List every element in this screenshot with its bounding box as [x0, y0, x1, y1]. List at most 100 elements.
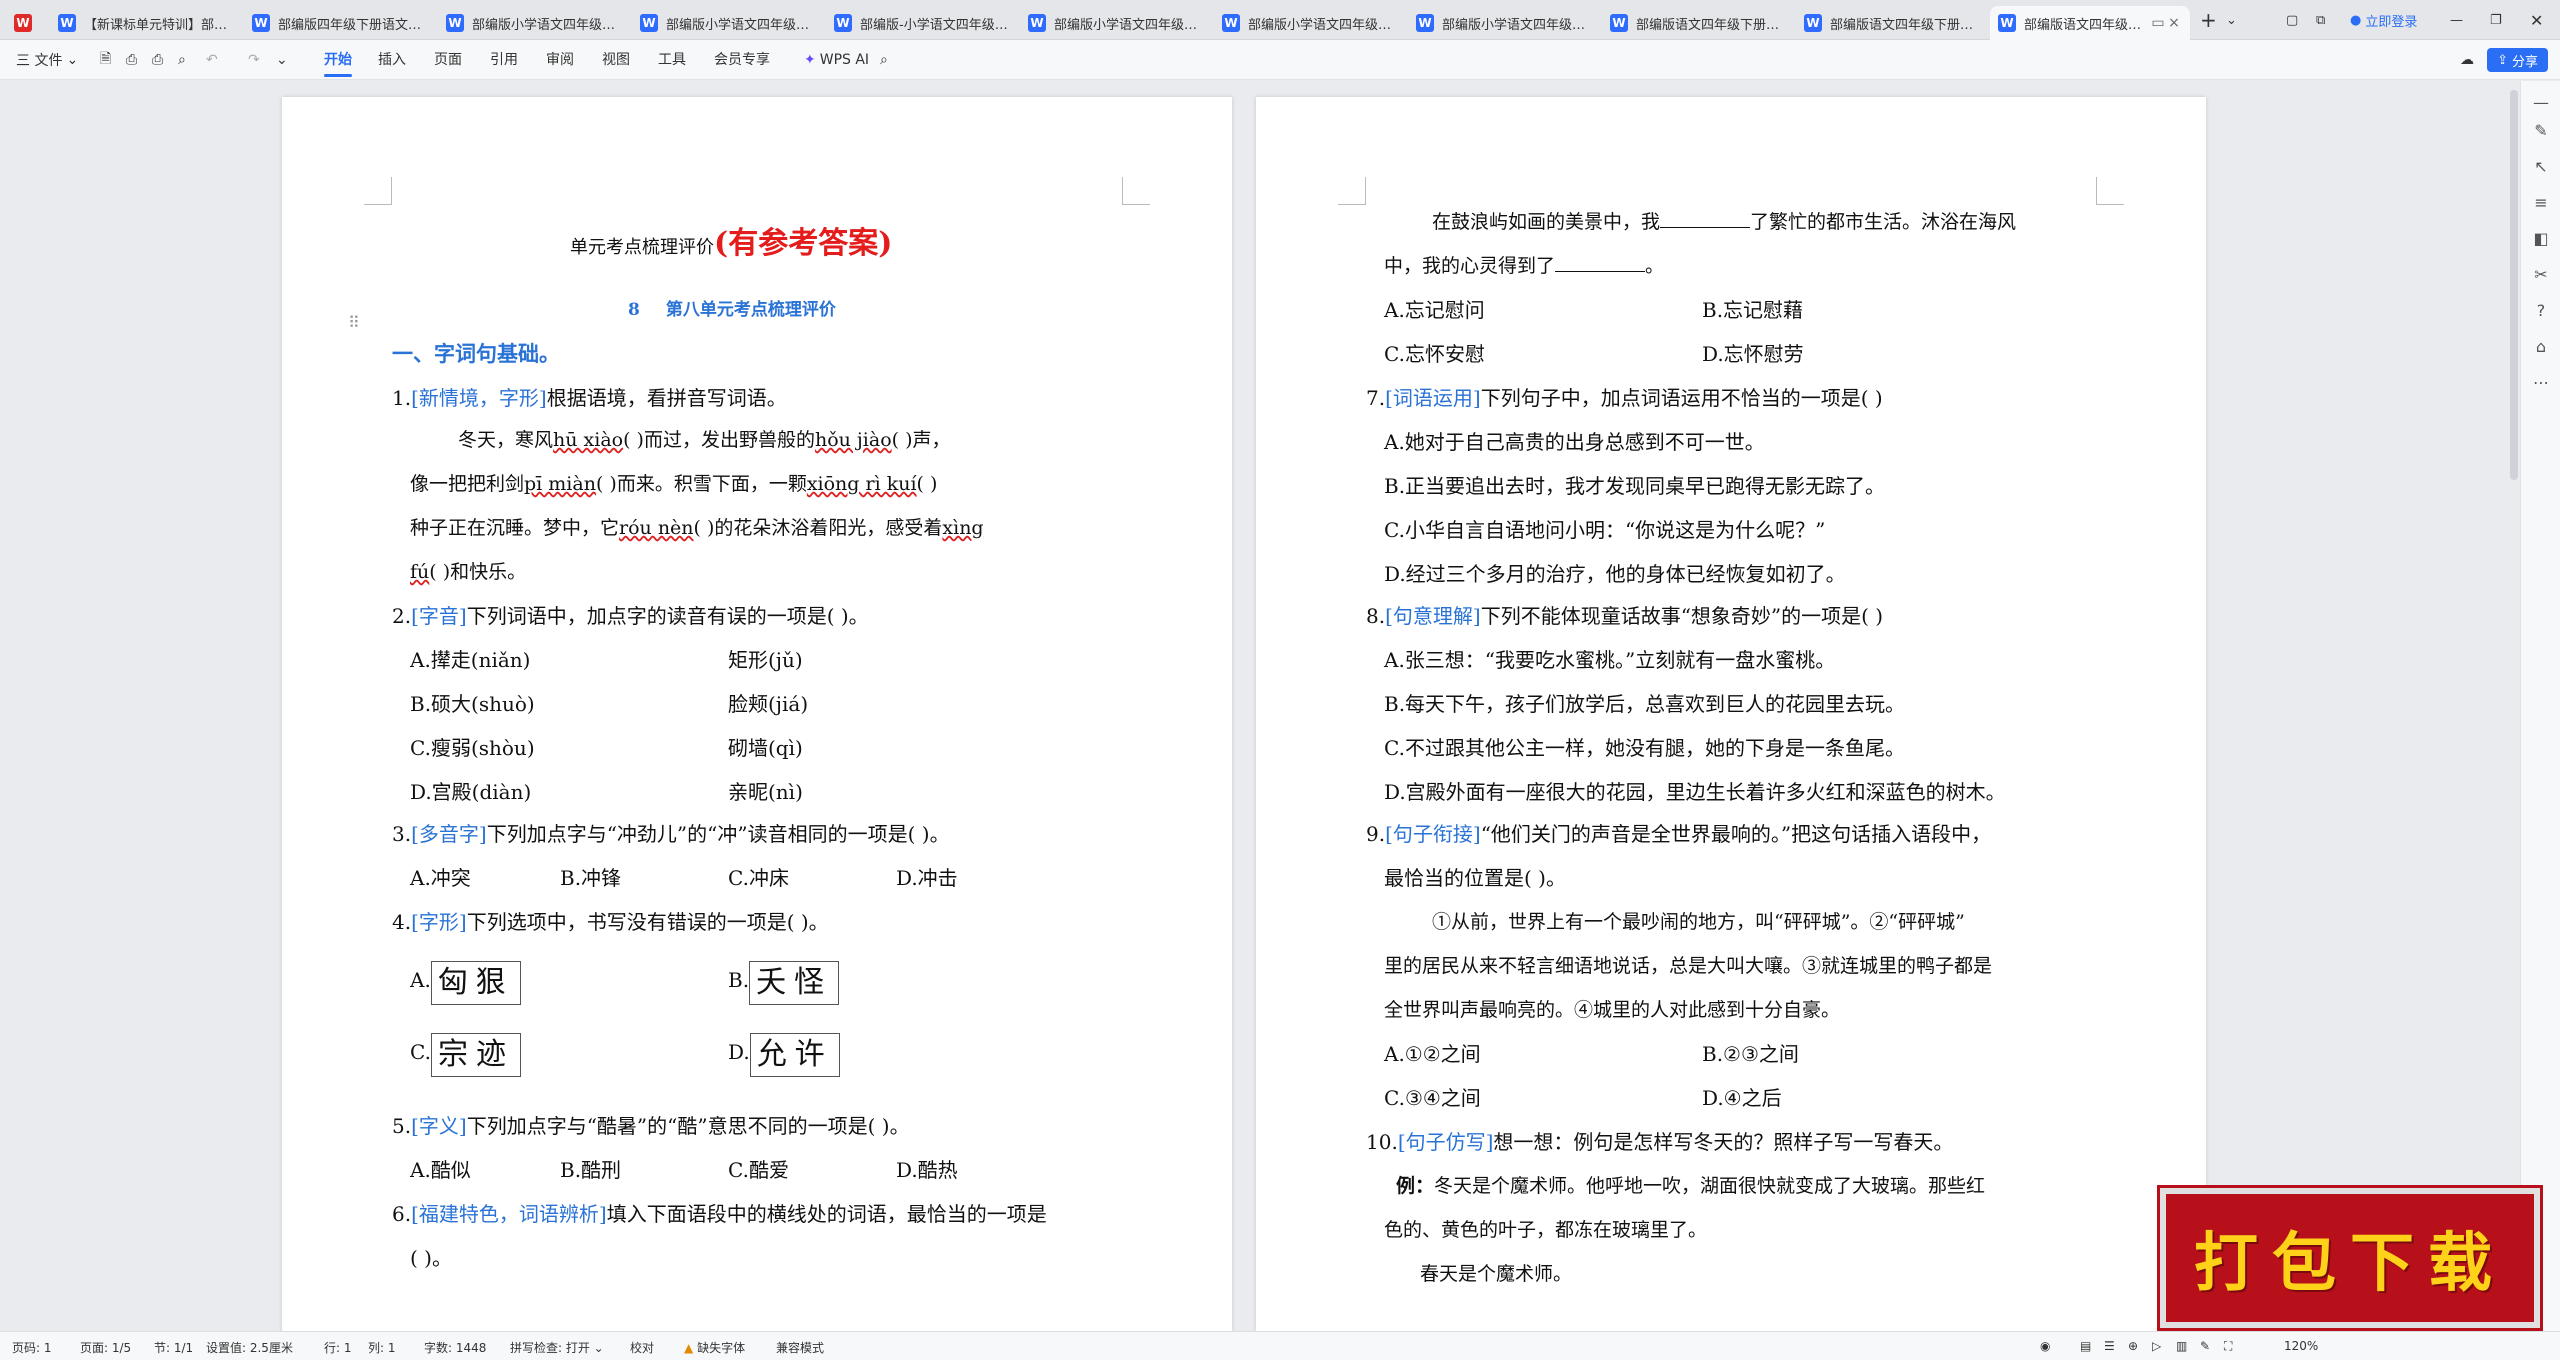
wps-home-tab[interactable]: W [6, 6, 50, 40]
undo-icon[interactable]: ↶ [206, 49, 218, 71]
new-tab-plus-icon[interactable]: + [2200, 8, 2217, 32]
q9-paragraph-line: 全世界叫声最响亮的。④城里的人对此感到十分自豪。 [1384, 999, 1841, 1021]
document-tab[interactable]: W 部编版语文四年级下册第八 [1602, 6, 1796, 40]
fit-icon[interactable]: ⛶ [2224, 1339, 2232, 1354]
question-1: 1.[新情境，字形]根据语境，看拼音写词语。 [392, 386, 787, 410]
help-icon[interactable]: ? [2531, 301, 2551, 321]
q9-paragraph-line: ①从前，世界上有一个最吵闹的地方，叫“砰砰城”。②“砰砰城” [1432, 911, 1965, 933]
export-pdf-icon[interactable]: ⎙ [126, 49, 137, 71]
q4-option: B. 夭怪 [728, 955, 840, 1005]
drag-handle-icon[interactable]: ⠿ [348, 313, 360, 332]
q7-option: B.正当要追出去时，我才发现同桌早已跑得无影无踪了。 [1384, 474, 1886, 498]
document-page-left[interactable]: 单元考点梳理评价(有参考答案) 8 第八单元考点梳理评价 一、字词句基础。 1.[… [282, 97, 1232, 1331]
multiwindow-icon[interactable]: ⧉ [2316, 8, 2325, 32]
status-pages[interactable]: 页面: 1/5 [80, 1339, 131, 1356]
eye-icon[interactable]: ◉ [2040, 1339, 2050, 1353]
status-spell-check[interactable]: 拼写检查: 打开 ⌄ [510, 1339, 604, 1356]
shirt-icon[interactable]: ⌂ [2531, 337, 2551, 357]
q7-option: C.小华自言自语地问小明：“你说这是为什么呢？” [1384, 518, 1826, 542]
document-tab[interactable]: W 部编版小学语文四年级下册 [1408, 6, 1602, 40]
wps-ai-button[interactable]: ✦ WPS AI [804, 49, 869, 71]
collapse-icon[interactable]: — [2531, 93, 2551, 113]
quick-access-chevron-icon[interactable]: ⌄ [276, 49, 288, 71]
pointer-icon[interactable]: ↖ [2531, 157, 2551, 177]
print-icon[interactable]: ⎙ [152, 49, 163, 71]
document-tab-active[interactable]: W 部编版语文四年级下册 ▭ × [1990, 6, 2190, 40]
status-col[interactable]: 列: 1 [368, 1339, 396, 1356]
wps-ai-icon: ✦ [804, 52, 816, 68]
doc-icon: W [1222, 14, 1240, 32]
status-row[interactable]: 行: 1 [324, 1339, 352, 1356]
page-title: 单元考点梳理评价(有参考答案) [570, 226, 893, 261]
crop-mark [1122, 177, 1150, 205]
minimize-icon[interactable]: — [2450, 8, 2463, 32]
doc-icon: W [640, 14, 658, 32]
restore-icon[interactable]: ❐ [2490, 8, 2502, 32]
status-word-count[interactable]: 字数: 1448 [424, 1339, 486, 1356]
adjust-icon[interactable]: ≡ [2531, 193, 2551, 213]
document-tab[interactable]: W 部编版小学语文四年级下册 [1020, 6, 1214, 40]
q9-option: D.④之后 [1702, 1086, 1782, 1110]
status-missing-font[interactable]: ▲ 缺失字体 [684, 1339, 745, 1356]
tools-icon[interactable]: ✂ [2531, 265, 2551, 285]
q3-option: A.冲突 [410, 866, 471, 890]
q6-option: B.忘记慰藉 [1702, 298, 1804, 322]
document-tab[interactable]: W 部编版小学语文四年级下册 [438, 6, 632, 40]
document-tab[interactable]: W 部编版小学语文四年级下册 [632, 6, 826, 40]
q6-option: C.忘怀安慰 [1384, 342, 1485, 366]
write-icon[interactable]: ✎ [2200, 1339, 2210, 1353]
status-page[interactable]: 页码: 1 [12, 1339, 52, 1356]
tab-review[interactable]: 审阅 [546, 49, 574, 69]
q6-option: D.忘怀慰劳 [1702, 342, 1804, 366]
blank-line [1660, 227, 1751, 228]
print-preview-icon[interactable]: ⌕ [178, 49, 186, 71]
document-tab[interactable]: W 【新课标单元特训】部编版 [50, 6, 244, 40]
doc-icon: W [1028, 14, 1046, 32]
login-button[interactable]: ● 立即登录 [2350, 8, 2417, 32]
pen-icon[interactable]: ✎ [2531, 121, 2551, 141]
q5-option: C.酷爱 [728, 1158, 789, 1182]
redo-icon[interactable]: ↷ [248, 49, 260, 71]
tab-insert[interactable]: 插入 [378, 49, 406, 69]
share-button[interactable]: ⇪ 分享 [2487, 48, 2548, 72]
tab-page[interactable]: 页面 [434, 49, 462, 69]
document-tab[interactable]: W部编版四年级下册语文第八单 [244, 6, 438, 40]
doc-icon: W [252, 14, 270, 32]
vertical-scrollbar[interactable] [2510, 90, 2518, 480]
document-tab[interactable]: W 部编版小学语文四年级下册 [1214, 6, 1408, 40]
q8-option: A.张三想：“我要吃水蜜桃。”立刻就有一盘水蜜桃。 [1384, 648, 1836, 672]
tab-view[interactable]: 视图 [602, 49, 630, 69]
book-icon[interactable]: ▥ [2176, 1339, 2187, 1353]
blank-line [1555, 271, 1646, 272]
tab-tools[interactable]: 工具 [658, 49, 686, 69]
status-proofread[interactable]: 校对 [630, 1339, 654, 1356]
collaboration-icon[interactable]: ☁ [2460, 49, 2474, 71]
play-icon[interactable]: ▷ [2152, 1339, 2161, 1353]
download-banner[interactable]: 打包下载 [2160, 1188, 2540, 1328]
document-tab[interactable]: W 部编版-小学语文四年级下册 [826, 6, 1020, 40]
document-tab[interactable]: W 部编版语文四年级下册第八 [1796, 6, 1990, 40]
window-tile-icon[interactable]: ▢ [2286, 8, 2298, 32]
status-setting[interactable]: 设置值: 2.5厘米 [206, 1339, 293, 1356]
style-icon[interactable]: ◧ [2531, 229, 2551, 249]
view-web-icon[interactable]: ⊕ [2128, 1339, 2138, 1353]
search-icon[interactable]: ⌕ [880, 49, 888, 71]
view-outline-icon[interactable]: ☰ [2104, 1339, 2115, 1353]
more-icon[interactable]: ⋯ [2531, 373, 2551, 393]
document-page-right[interactable]: 在鼓浪屿如画的美景中，我 了繁忙的都市生活。沐浴在海风 中，我的心灵得到了。 A.… [1256, 97, 2206, 1331]
tab-list-chevron-icon[interactable]: ⌄ [2226, 8, 2237, 32]
window-close-icon[interactable]: ✕ [2530, 8, 2543, 32]
tab-home[interactable]: 开始 [324, 49, 352, 77]
q5-option: B.酷刑 [560, 1158, 622, 1182]
tab-references[interactable]: 引用 [490, 49, 518, 69]
tab-close-icon[interactable]: × [2166, 15, 2182, 31]
chevron-down-icon: ⌄ [66, 52, 79, 68]
file-menu[interactable]: 三 文件 ⌄ [16, 49, 78, 71]
status-bar: 页码: 1 页面: 1/5 节: 1/1 设置值: 2.5厘米 行: 1 列: … [0, 1331, 2560, 1360]
status-section[interactable]: 节: 1/1 [154, 1339, 193, 1356]
view-page-icon[interactable]: ▤ [2080, 1339, 2091, 1353]
save-icon[interactable]: 🗎 [100, 49, 111, 71]
zoom-level[interactable]: 120% [2284, 1339, 2318, 1353]
monitor-icon[interactable]: ▭ [2150, 15, 2166, 31]
tab-member[interactable]: 会员专享 [714, 49, 770, 69]
